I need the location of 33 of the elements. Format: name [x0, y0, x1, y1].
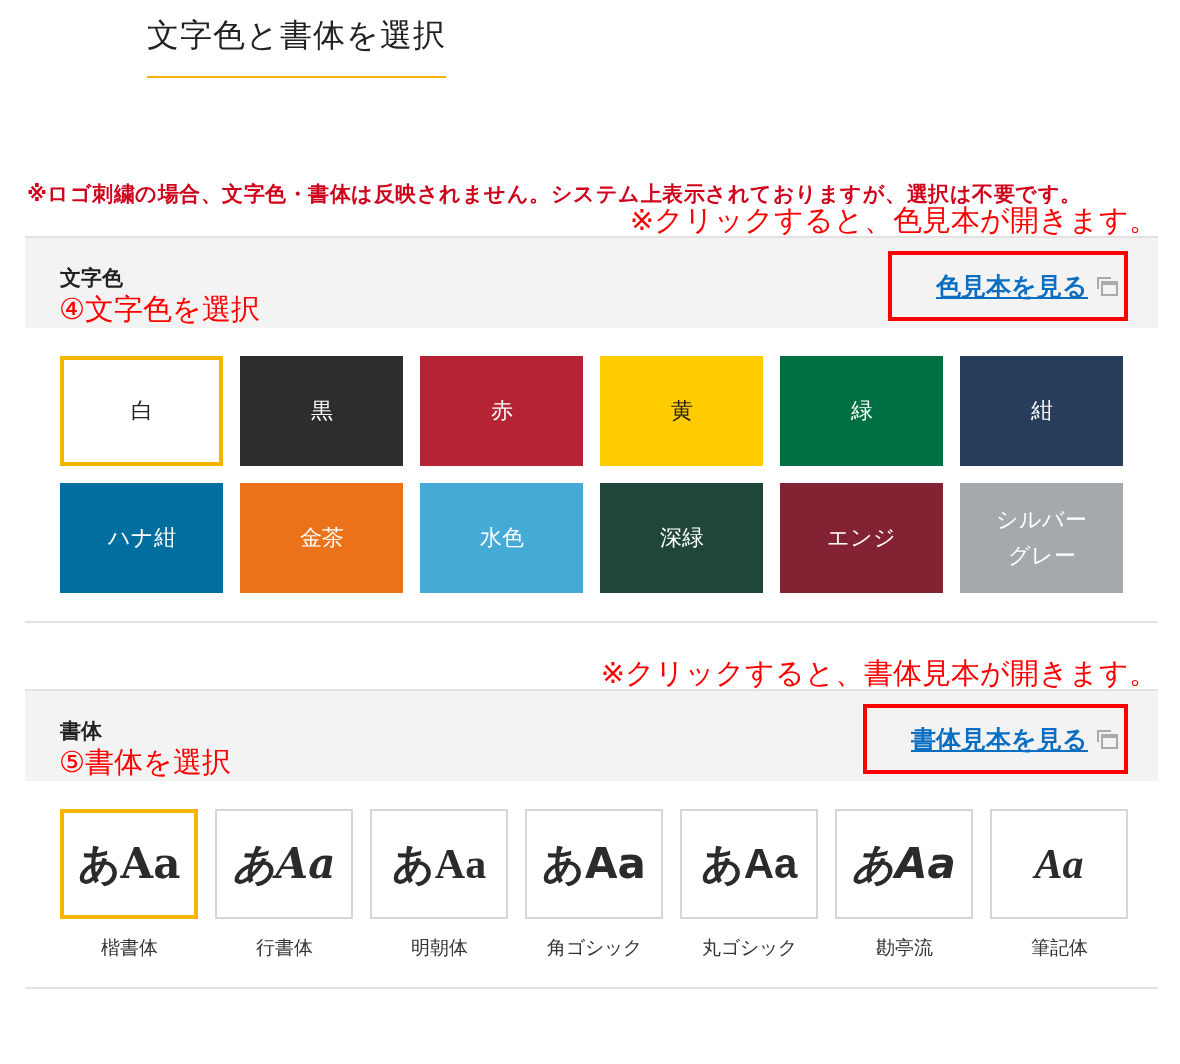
- color-swatch[interactable]: 白: [60, 356, 223, 466]
- new-window-icon: [1096, 729, 1118, 749]
- font-option[interactable]: あAa: [215, 809, 353, 919]
- font-option[interactable]: Aa: [990, 809, 1128, 919]
- section-title: 文字色: [60, 265, 124, 291]
- font-sample-link[interactable]: 書体見本を見る: [911, 722, 1088, 756]
- font-name: 角ゴシック: [546, 935, 642, 960]
- font-name: 行書体: [255, 935, 313, 960]
- font-name: 楷書体: [100, 935, 158, 960]
- step-annotation: ⑤書体を選択: [59, 744, 231, 780]
- color-swatch[interactable]: ハナ紺: [60, 483, 223, 593]
- color-swatch[interactable]: 紺: [960, 356, 1123, 466]
- font-option[interactable]: あAa: [60, 809, 198, 919]
- step-annotation: ④文字色を選択: [59, 291, 260, 327]
- color-swatch[interactable]: 赤: [420, 356, 583, 466]
- font-option[interactable]: あAa: [835, 809, 973, 919]
- color-swatch[interactable]: 黒: [240, 356, 403, 466]
- page-heading: 文字色と書体を選択: [147, 14, 446, 78]
- font-option[interactable]: あAa: [680, 809, 818, 919]
- font-name: 丸ゴシック: [701, 935, 797, 960]
- font-name: 勘亭流: [875, 935, 933, 960]
- color-swatch[interactable]: 深緑: [600, 483, 763, 593]
- color-sample-link[interactable]: 色見本を見る: [936, 269, 1088, 303]
- color-swatch[interactable]: 緑: [780, 356, 943, 466]
- font-option[interactable]: あAa: [525, 809, 663, 919]
- notice-text: ※ロゴ刺繍の場合、文字色・書体は反映されません。システム上表示されておりますが、選択は不要です。: [27, 181, 1083, 206]
- new-window-icon: [1096, 276, 1118, 296]
- section-title: 書体: [60, 718, 103, 744]
- color-swatch[interactable]: 黄: [600, 356, 763, 466]
- font-name: 筆記体: [1030, 935, 1088, 960]
- font-option[interactable]: あAa: [370, 809, 508, 919]
- font-name: 明朝体: [410, 935, 468, 960]
- color-swatch[interactable]: エンジ: [780, 483, 943, 593]
